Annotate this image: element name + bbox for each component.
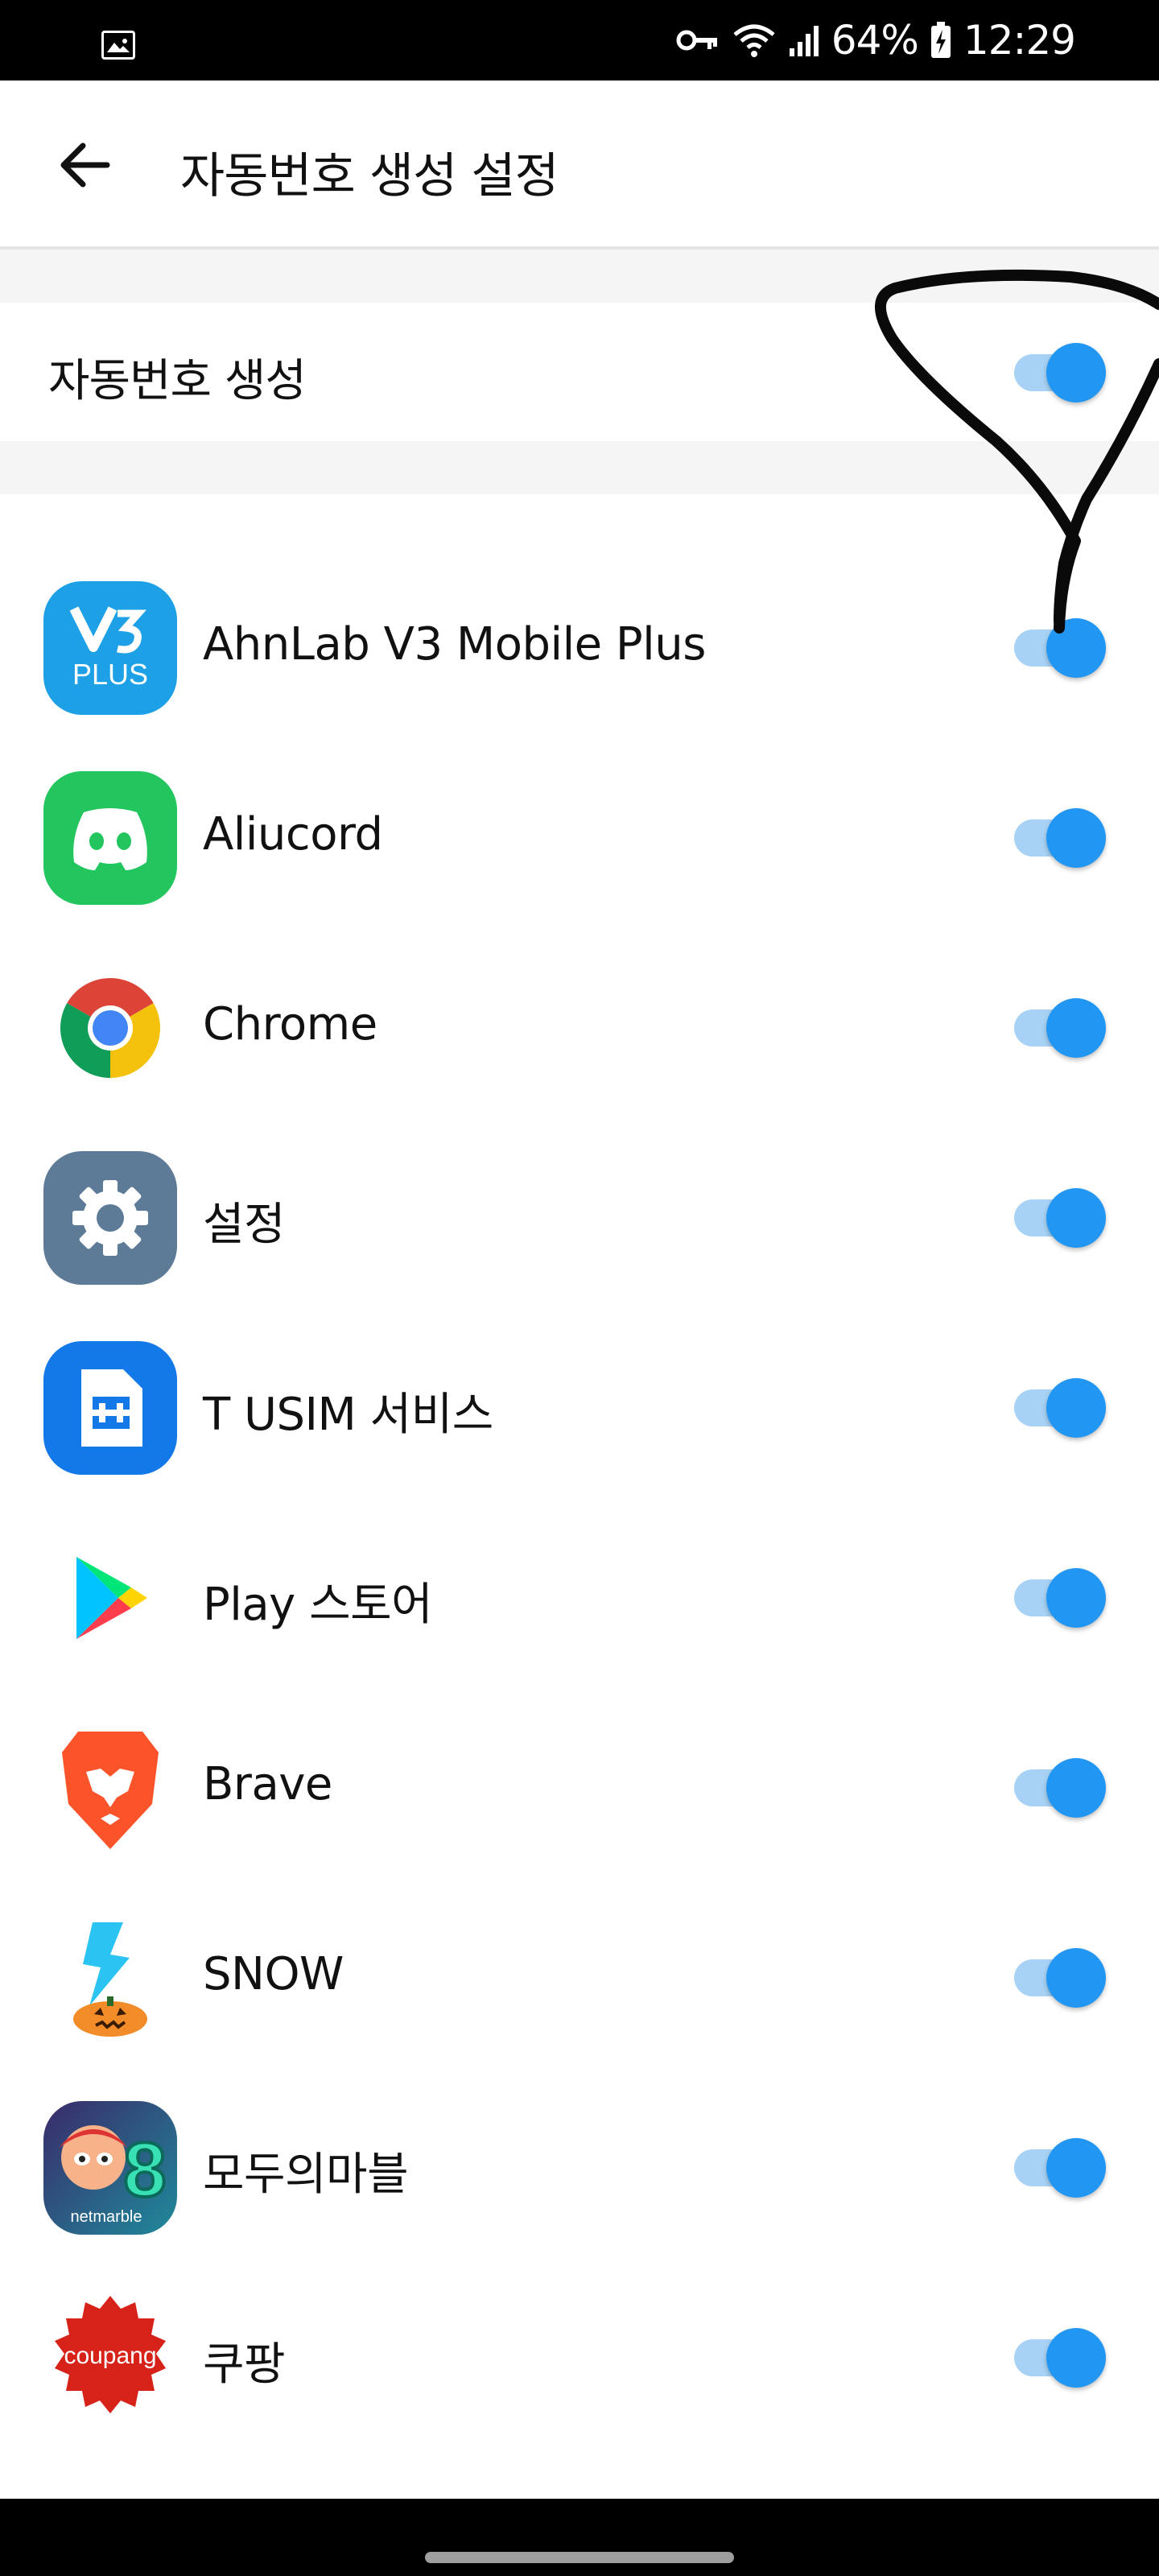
- app-label: Brave: [203, 1758, 332, 1810]
- app-label: 모두의마블: [203, 2149, 409, 2201]
- signal-icon: [789, 26, 819, 56]
- status-icons: 64% 12:29: [675, 16, 1076, 64]
- app-bar: 자동번호 생성 설정: [0, 80, 1159, 250]
- app-toggle-switch[interactable]: [1011, 1188, 1116, 1248]
- settings-gear-icon: [43, 1151, 177, 1285]
- back-button[interactable]: [48, 129, 121, 201]
- toggle-knob: [1046, 1948, 1106, 2008]
- list-item[interactable]: T USIM 서비스: [0, 1309, 1159, 1499]
- section-divider: [0, 250, 1159, 303]
- list-item[interactable]: Play 스토어: [0, 1499, 1159, 1689]
- list-item[interactable]: coupang 쿠팡: [0, 2259, 1159, 2449]
- navigation-bar: [0, 2499, 1159, 2576]
- toggle-knob: [1046, 808, 1106, 868]
- master-toggle-row[interactable]: 자동번호 생성: [0, 303, 1159, 441]
- ahnlab-v3-icon: PLUS: [43, 581, 177, 715]
- status-bar: 64% 12:29: [0, 0, 1159, 80]
- snow-icon: [43, 1911, 177, 2045]
- list-item[interactable]: 8 netmarble 모두의마블: [0, 2069, 1159, 2259]
- toggle-knob: [1046, 1188, 1106, 1248]
- svg-text:8: 8: [123, 2127, 166, 2213]
- app-toggle-switch[interactable]: [1011, 1568, 1116, 1628]
- list-item[interactable]: PLUS AhnLab V3 Mobile Plus: [0, 549, 1159, 739]
- toggle-knob: [1046, 998, 1106, 1058]
- svg-text:netmarble: netmarble: [71, 2208, 142, 2226]
- app-toggle-switch[interactable]: [1011, 1758, 1116, 1818]
- app-label: Aliucord: [203, 808, 383, 861]
- list-item[interactable]: Chrome: [0, 929, 1159, 1119]
- battery-icon: [930, 22, 951, 58]
- toggle-knob: [1046, 1378, 1106, 1438]
- app-label: 쿠팡: [203, 2339, 286, 2391]
- app-toggle-switch[interactable]: [1011, 1378, 1116, 1438]
- partial-app-icon: [43, 2481, 177, 2499]
- app-toggle-switch[interactable]: [1011, 1948, 1116, 2008]
- section-divider: [0, 441, 1159, 494]
- app-label: AhnLab V3 Mobile Plus: [203, 618, 706, 671]
- toggle-knob: [1046, 2328, 1106, 2388]
- svg-text:PLUS: PLUS: [72, 658, 148, 691]
- list-item[interactable]: Brave: [0, 1689, 1159, 1879]
- play-store-icon: [43, 1531, 177, 1665]
- app-label: T USIM 서비스: [203, 1389, 493, 1441]
- master-toggle-switch[interactable]: [1011, 343, 1116, 402]
- app-label: Chrome: [203, 998, 377, 1051]
- app-toggle-switch[interactable]: [1011, 2138, 1116, 2198]
- app-toggle-switch[interactable]: [1011, 618, 1116, 678]
- coupang-icon: coupang: [43, 2291, 177, 2425]
- clock: 12:29: [963, 17, 1076, 64]
- arrow-left-icon: [60, 142, 110, 188]
- toggle-knob: [1046, 1568, 1106, 1628]
- toggle-knob: [1046, 1758, 1106, 1818]
- chrome-icon: [43, 961, 177, 1095]
- vpn-key-icon: [676, 30, 717, 51]
- list-item[interactable]: [0, 2449, 1159, 2499]
- modoo-marble-icon: 8 netmarble: [43, 2101, 177, 2235]
- master-toggle-label: 자동번호 생성: [48, 355, 307, 407]
- toggle-knob: [1046, 2138, 1106, 2198]
- app-toggle-switch[interactable]: [1011, 808, 1116, 868]
- brave-lion-icon: [43, 1721, 177, 1855]
- list-item[interactable]: SNOW: [0, 1879, 1159, 2069]
- toggle-knob: [1046, 343, 1106, 402]
- list-item[interactable]: Aliucord: [0, 739, 1159, 929]
- svg-text:coupang: coupang: [64, 2343, 156, 2369]
- battery-percent: 64%: [831, 17, 919, 64]
- app-label: SNOW: [203, 1948, 344, 2000]
- app-toggle-switch[interactable]: [1011, 2328, 1116, 2388]
- wifi-icon: [733, 24, 775, 57]
- list-item[interactable]: 설정: [0, 1119, 1159, 1309]
- app-list: PLUS AhnLab V3 Mobile Plus Aliucord Chro…: [0, 494, 1159, 2499]
- app-label: 설정: [203, 1199, 286, 1251]
- home-gesture-handle[interactable]: [425, 2552, 734, 2563]
- toggle-knob: [1046, 618, 1106, 678]
- aliucord-icon: [43, 771, 177, 905]
- page-title: 자동번호 생성 설정: [180, 148, 559, 204]
- t-usim-icon: [43, 1341, 177, 1475]
- image-icon: [101, 31, 135, 60]
- app-label: Play 스토어: [203, 1579, 433, 1631]
- app-toggle-switch[interactable]: [1011, 998, 1116, 1058]
